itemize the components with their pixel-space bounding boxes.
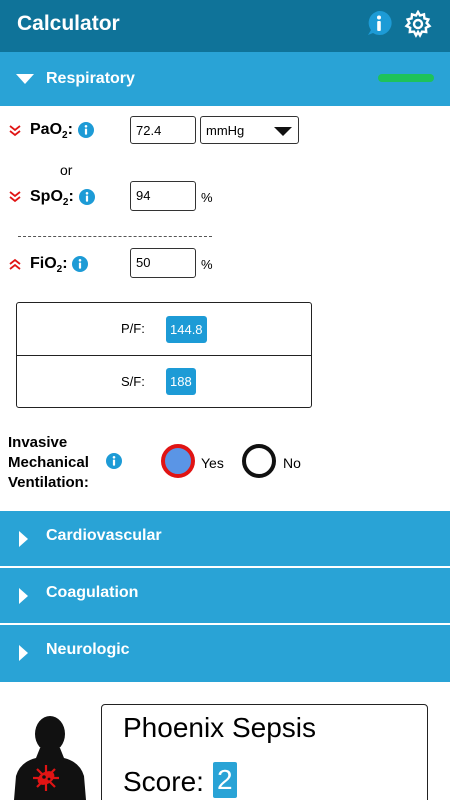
- fio2-input[interactable]: 50: [130, 248, 196, 278]
- chevron-up-icon: [9, 258, 21, 270]
- chevron-right-icon: [19, 531, 28, 547]
- ratio-divider: [17, 355, 311, 356]
- chevron-down-icon: [9, 191, 21, 203]
- fio2-unit: %: [201, 257, 213, 272]
- imv-yes-radio[interactable]: [161, 444, 195, 478]
- section-label: Respiratory: [46, 70, 135, 87]
- section-label: Coagulation: [46, 584, 139, 601]
- dropdown-caret-icon: [274, 127, 292, 136]
- pf-label: P/F:: [121, 321, 145, 336]
- score-title: Phoenix Sepsis: [123, 712, 317, 743]
- completion-progress-bar: [378, 74, 434, 82]
- spo2-label: SpO2:: [30, 188, 74, 209]
- imv-yes-label: Yes: [201, 455, 224, 471]
- score-label: Score:: [123, 766, 204, 797]
- ratio-panel: [16, 302, 312, 408]
- spo2-unit: %: [201, 190, 213, 205]
- app-header: Calculator: [0, 0, 450, 52]
- gear-icon[interactable]: [404, 10, 432, 38]
- app-title: Calculator: [17, 12, 120, 35]
- pao2-unit-select[interactable]: mmHg: [200, 116, 299, 144]
- pao2-label: PaO2:: [30, 121, 73, 142]
- patient-infection-icon: [14, 716, 86, 800]
- fio2-label: FiO2:: [30, 255, 68, 276]
- info-icon[interactable]: [79, 189, 95, 205]
- pao2-input[interactable]: 72.4: [130, 116, 196, 144]
- section-label: Neurologic: [46, 641, 130, 658]
- spo2-input[interactable]: 94: [130, 181, 196, 211]
- imv-label: Invasive Mechanical Ventilation:: [8, 434, 89, 491]
- section-cardiovascular-header[interactable]: Cardiovascular: [0, 511, 450, 566]
- chevron-down-icon: [9, 125, 21, 137]
- sf-value: 188: [166, 368, 196, 395]
- chevron-right-icon: [19, 645, 28, 661]
- chevron-down-icon: [16, 74, 34, 84]
- section-coagulation-header[interactable]: Coagulation: [0, 568, 450, 623]
- chevron-right-icon: [19, 588, 28, 604]
- divider: [18, 236, 212, 237]
- pf-value: 144.8: [166, 316, 207, 343]
- imv-no-label: No: [283, 455, 301, 471]
- or-text: or: [60, 162, 73, 178]
- section-neurologic-header[interactable]: Neurologic: [0, 625, 450, 682]
- imv-no-radio[interactable]: [242, 444, 276, 478]
- info-icon[interactable]: [72, 256, 88, 272]
- info-icon[interactable]: [78, 122, 94, 138]
- section-label: Cardiovascular: [46, 527, 162, 544]
- sf-label: S/F:: [121, 374, 145, 389]
- info-icon[interactable]: [106, 453, 122, 469]
- score-value: 2: [213, 762, 237, 798]
- info-icon[interactable]: [366, 10, 392, 36]
